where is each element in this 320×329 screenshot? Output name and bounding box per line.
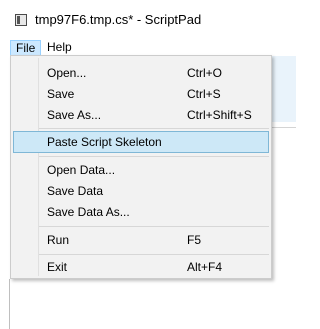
- app-icon: [15, 14, 27, 26]
- menu-item-save-as[interactable]: Save As... Ctrl+Shift+S: [13, 104, 269, 126]
- editor-divider: [272, 127, 296, 128]
- menu-separator: [39, 254, 269, 255]
- menu-item-label: Save Data: [47, 184, 104, 198]
- menu-item-shortcut: F5: [187, 233, 202, 247]
- menu-help[interactable]: Help: [47, 40, 77, 56]
- menu-item-save-data[interactable]: Save Data: [13, 180, 269, 202]
- menu-item-save[interactable]: Save Ctrl+S: [13, 83, 269, 105]
- scriptpad-window: tmp97F6.tmp.cs* - ScriptPad File Help Op…: [0, 0, 296, 329]
- menu-item-open-data[interactable]: Open Data...: [13, 159, 269, 181]
- menu-item-shortcut: Ctrl+O: [187, 66, 223, 80]
- menu-item-label: Save Data As...: [47, 205, 130, 219]
- menu-item-paste-script-skeleton[interactable]: Paste Script Skeleton: [13, 131, 269, 153]
- menu-item-label: Run: [47, 233, 70, 247]
- menu-item-label: Save As...: [47, 108, 102, 122]
- menu-separator: [39, 226, 269, 227]
- window-title: tmp97F6.tmp.cs* - ScriptPad: [35, 12, 202, 27]
- menu-item-run[interactable]: Run F5: [13, 229, 269, 251]
- menu-item-shortcut: Alt+F4: [187, 260, 223, 274]
- menu-item-label: Exit: [47, 260, 68, 274]
- file-menu-dropdown: Open... Ctrl+O Save Ctrl+S Save As... Ct…: [10, 55, 272, 279]
- menu-item-shortcut: Ctrl+S: [187, 87, 221, 101]
- menu-item-save-data-as[interactable]: Save Data As...: [13, 201, 269, 223]
- menu-item-label: Open Data...: [47, 163, 116, 177]
- menu-item-label: Save: [47, 87, 75, 101]
- menu-item-open[interactable]: Open... Ctrl+O: [13, 62, 269, 84]
- menu-separator: [39, 156, 269, 157]
- toolbar-strip: [272, 56, 296, 122]
- menu-bar: File Help: [0, 40, 296, 56]
- menu-item-shortcut: Ctrl+Shift+S: [187, 108, 252, 122]
- menu-separator: [39, 128, 269, 129]
- title-bar: tmp97F6.tmp.cs* - ScriptPad: [0, 0, 296, 40]
- menu-file[interactable]: File: [10, 40, 41, 56]
- menu-item-label: Paste Script Skeleton: [47, 135, 162, 149]
- menu-item-exit[interactable]: Exit Alt+F4: [13, 256, 269, 278]
- menu-item-label: Open...: [47, 66, 87, 80]
- editor-margin-line: [9, 279, 10, 329]
